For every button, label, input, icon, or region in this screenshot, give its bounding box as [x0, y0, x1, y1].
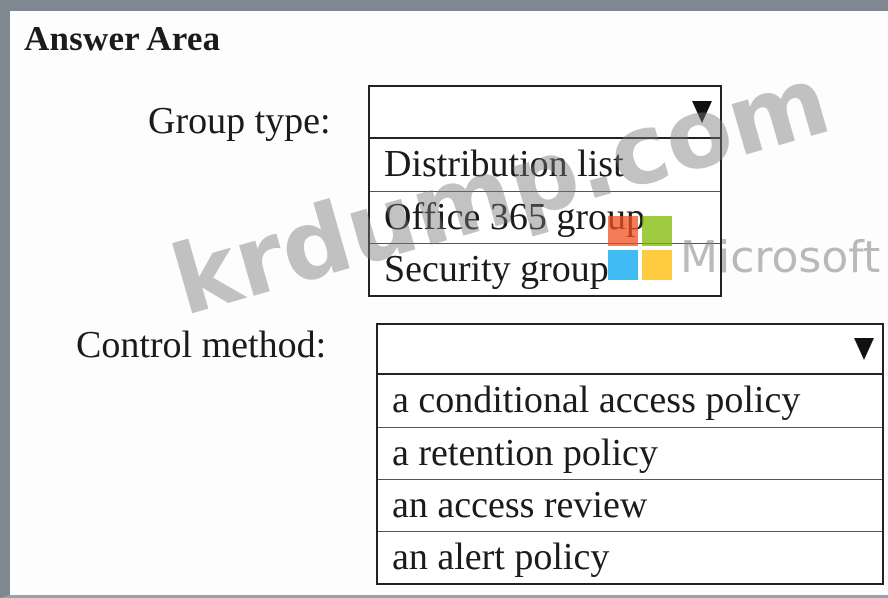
- control-method-option-access-review[interactable]: an access review: [378, 479, 882, 531]
- answer-area-title: Answer Area: [24, 19, 221, 58]
- group-type-dropdown[interactable]: [368, 85, 722, 139]
- chevron-down-icon[interactable]: [854, 338, 874, 360]
- control-method-option-alert-policy[interactable]: an alert policy: [378, 531, 882, 583]
- group-type-option-security-group[interactable]: Security group: [370, 243, 720, 295]
- control-method-dropdown[interactable]: [376, 323, 884, 375]
- chevron-down-icon[interactable]: [692, 101, 712, 123]
- answer-area-panel: Answer Area Group type: Distribution lis…: [0, 0, 888, 598]
- group-type-options: Distribution list Office 365 group Secur…: [368, 139, 722, 297]
- control-method-option-conditional-access-policy[interactable]: a conditional access policy: [378, 375, 882, 427]
- control-method-label: Control method:: [76, 324, 327, 366]
- group-type-option-office-365-group[interactable]: Office 365 group: [370, 191, 720, 243]
- control-method-options: a conditional access policy a retention …: [376, 375, 884, 585]
- group-type-label: Group type:: [148, 100, 331, 142]
- control-method-option-retention-policy[interactable]: a retention policy: [378, 427, 882, 479]
- group-type-option-distribution-list[interactable]: Distribution list: [370, 139, 720, 191]
